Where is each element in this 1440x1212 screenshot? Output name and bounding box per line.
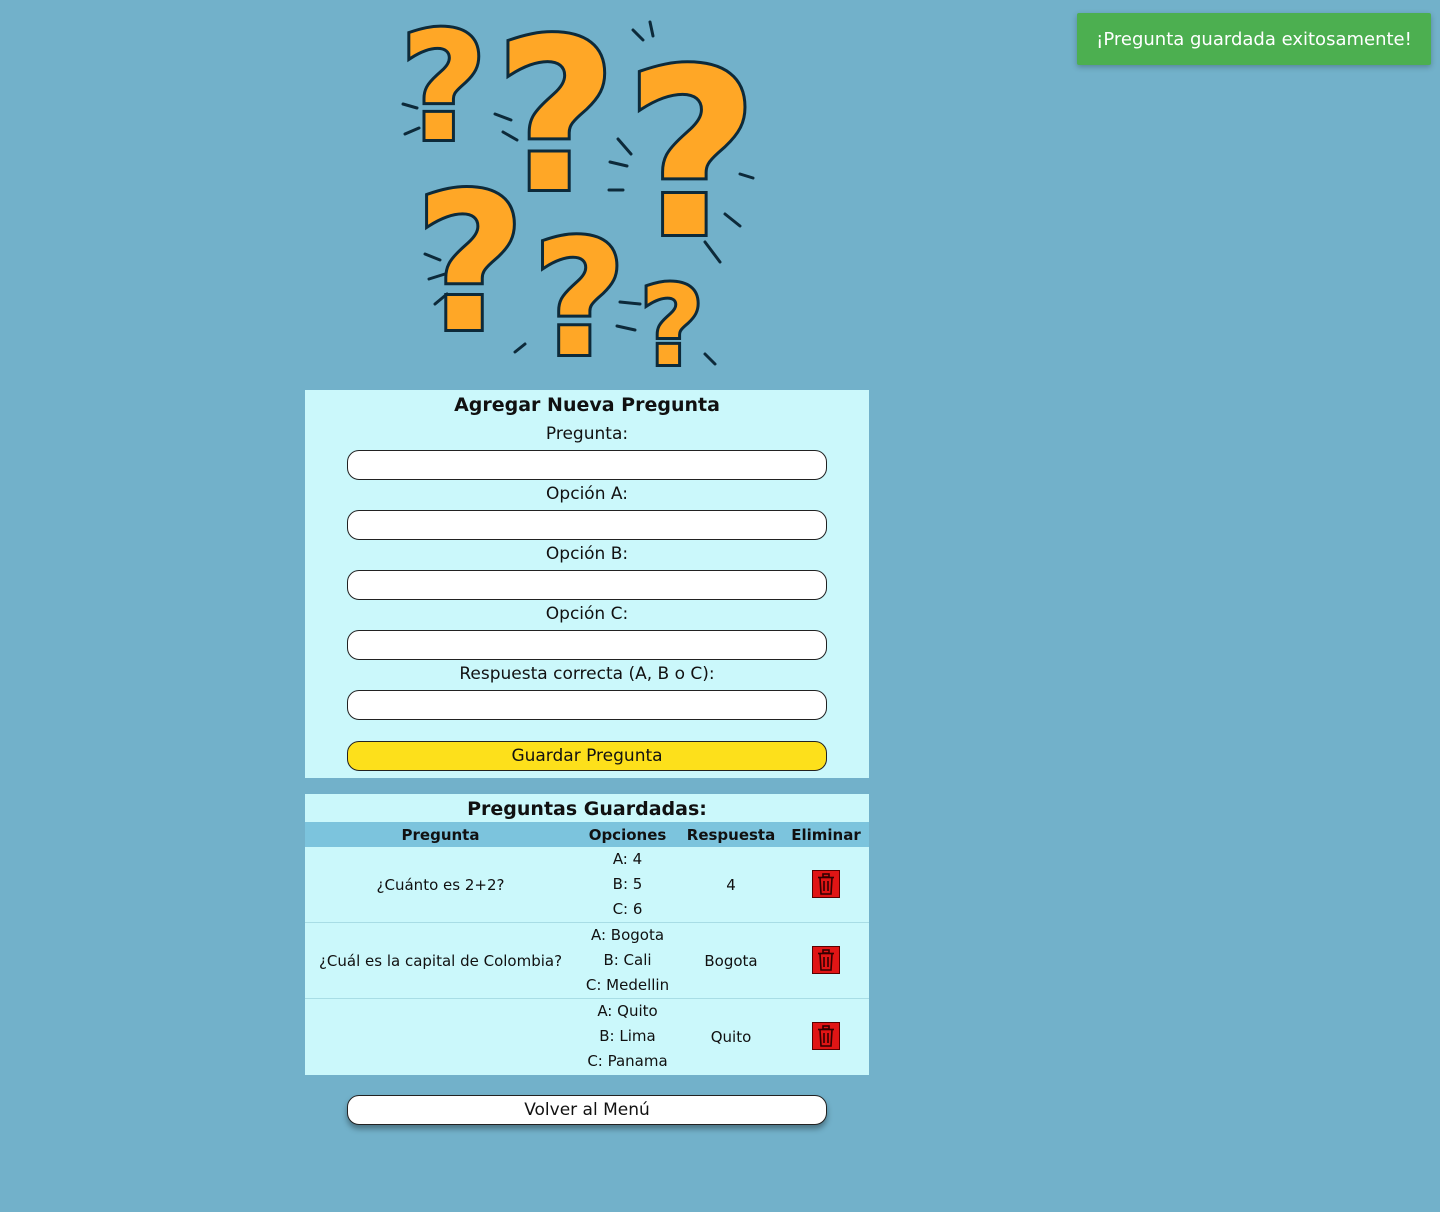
saved-questions-panel: Preguntas Guardadas: Pregunta Opciones R… [305, 794, 869, 1075]
question-input[interactable] [347, 450, 827, 480]
question-cell: ¿Cuál es la capital de Colombia? [318, 951, 563, 970]
options-cell: A: Bogota B: Cali C: Medellin [576, 923, 679, 999]
saved-questions-table: Pregunta Opciones Respuesta Eliminar ¿Cu… [305, 822, 869, 1074]
trash-icon[interactable] [812, 946, 840, 974]
table-row: A: Quito B: Lima C: Panama Quito [305, 999, 869, 1075]
back-to-menu-button[interactable]: Volver al Menú [347, 1095, 827, 1125]
svg-text:?: ? [640, 262, 704, 380]
new-question-form: Agregar Nueva Pregunta Pregunta: Opción … [305, 390, 869, 778]
delete-cell [783, 999, 869, 1075]
option-a-input[interactable] [347, 510, 827, 540]
option-b-input[interactable] [347, 570, 827, 600]
correct-answer-label: Respuesta correcta (A, B o C): [459, 664, 715, 684]
question-cell [305, 999, 576, 1075]
option-text: B: Lima [599, 1027, 656, 1045]
option-c-label: Opción C: [545, 604, 629, 624]
options-cell: A: 4 B: 5 C: 6 [576, 847, 679, 923]
saved-questions-title: Preguntas Guardadas: [467, 798, 707, 820]
column-header-options: Opciones [588, 825, 667, 844]
option-text: B: 5 [612, 875, 643, 893]
option-text: A: Quito [597, 1002, 658, 1020]
option-text: A: 4 [612, 850, 643, 868]
table-row: ¿Cuál es la capital de Colombia? A: Bogo… [305, 923, 869, 999]
svg-text:?: ? [625, 22, 758, 289]
trash-icon[interactable] [812, 870, 840, 898]
trash-icon[interactable] [812, 1022, 840, 1050]
option-a-label: Opción A: [546, 484, 628, 504]
delete-cell [783, 923, 869, 999]
column-header-question: Pregunta [401, 825, 480, 844]
form-title: Agregar Nueva Pregunta [454, 394, 720, 416]
option-text: A: Bogota [590, 926, 665, 944]
answer-cell: Bogota [704, 951, 758, 970]
question-cell: ¿Cuánto es 2+2? [376, 875, 505, 894]
option-text: C: Medellin [585, 976, 670, 994]
option-c-input[interactable] [347, 630, 827, 660]
svg-text:?: ? [533, 205, 626, 380]
answer-cell: Quito [710, 1027, 752, 1046]
option-text: B: Cali [603, 951, 652, 969]
success-toast: ¡Pregunta guardada exitosamente! [1077, 13, 1431, 65]
table-row: ¿Cuánto es 2+2? A: 4 B: 5 C: 6 4 [305, 847, 869, 923]
answer-cell: 4 [726, 875, 736, 894]
question-label: Pregunta: [545, 424, 629, 444]
column-header-answer: Respuesta [686, 825, 776, 844]
options-cell: A: Quito B: Lima C: Panama [576, 999, 679, 1075]
column-header-delete: Eliminar [791, 825, 861, 844]
save-question-button[interactable]: Guardar Pregunta [347, 741, 827, 771]
correct-answer-input[interactable] [347, 690, 827, 720]
option-text: C: Panama [587, 1052, 668, 1070]
question-marks-illustration: ? ? ? ? ? ? [397, 4, 761, 380]
option-b-label: Opción B: [545, 544, 629, 564]
svg-text:?: ? [415, 153, 525, 374]
delete-cell [783, 847, 869, 923]
table-header-row: Pregunta Opciones Respuesta Eliminar [305, 822, 869, 847]
svg-text:?: ? [400, 4, 487, 175]
option-text: C: 6 [612, 900, 643, 918]
